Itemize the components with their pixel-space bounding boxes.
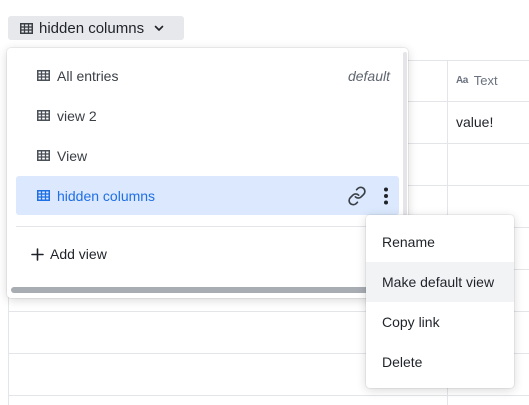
view-item-label: hidden columns (57, 187, 156, 204)
chevron-down-icon (154, 25, 164, 32)
plus-icon (31, 247, 44, 261)
column-header-label: Text (473, 73, 498, 88)
view-item-label: view 2 (57, 107, 97, 124)
view-item-view[interactable]: View (16, 136, 399, 175)
table-icon (20, 22, 33, 34)
table-icon (37, 110, 50, 121)
table-icon (37, 190, 50, 201)
table-cell[interactable]: value! (448, 101, 529, 143)
default-tag: default (347, 67, 390, 84)
view-context-menu: Rename Make default view Copy link Delet… (366, 215, 514, 388)
link-icon[interactable] (343, 182, 371, 210)
view-item-all-entries[interactable]: All entries default (16, 56, 399, 95)
horizontal-scrollbar[interactable] (11, 287, 403, 293)
more-options-icon[interactable] (375, 182, 397, 210)
view-item-label: View (57, 147, 88, 164)
view-item-actions (343, 176, 397, 215)
divider (16, 226, 399, 227)
view-switcher-button[interactable]: hidden columns (8, 16, 184, 40)
view-item-label: All entries (57, 67, 119, 84)
view-item-hidden-columns[interactable]: hidden columns (16, 176, 399, 215)
column-header-text[interactable]: Aa Text (448, 60, 529, 101)
views-dropdown: All entries default view 2 View hidden c… (7, 48, 408, 298)
menu-item-rename[interactable]: Rename (366, 222, 514, 262)
view-item-view-2[interactable]: view 2 (16, 96, 399, 135)
menu-item-copy-link[interactable]: Copy link (366, 302, 514, 342)
view-switcher-label: hidden columns (39, 19, 145, 37)
menu-item-delete[interactable]: Delete (366, 342, 514, 382)
add-view-button[interactable]: Add view (31, 236, 107, 272)
menu-item-make-default-view[interactable]: Make default view (366, 262, 514, 302)
grid-line (8, 395, 529, 396)
add-view-label: Add view (50, 246, 107, 262)
text-type-icon: Aa (456, 75, 468, 86)
table-icon (37, 70, 50, 81)
table-icon (37, 150, 50, 161)
